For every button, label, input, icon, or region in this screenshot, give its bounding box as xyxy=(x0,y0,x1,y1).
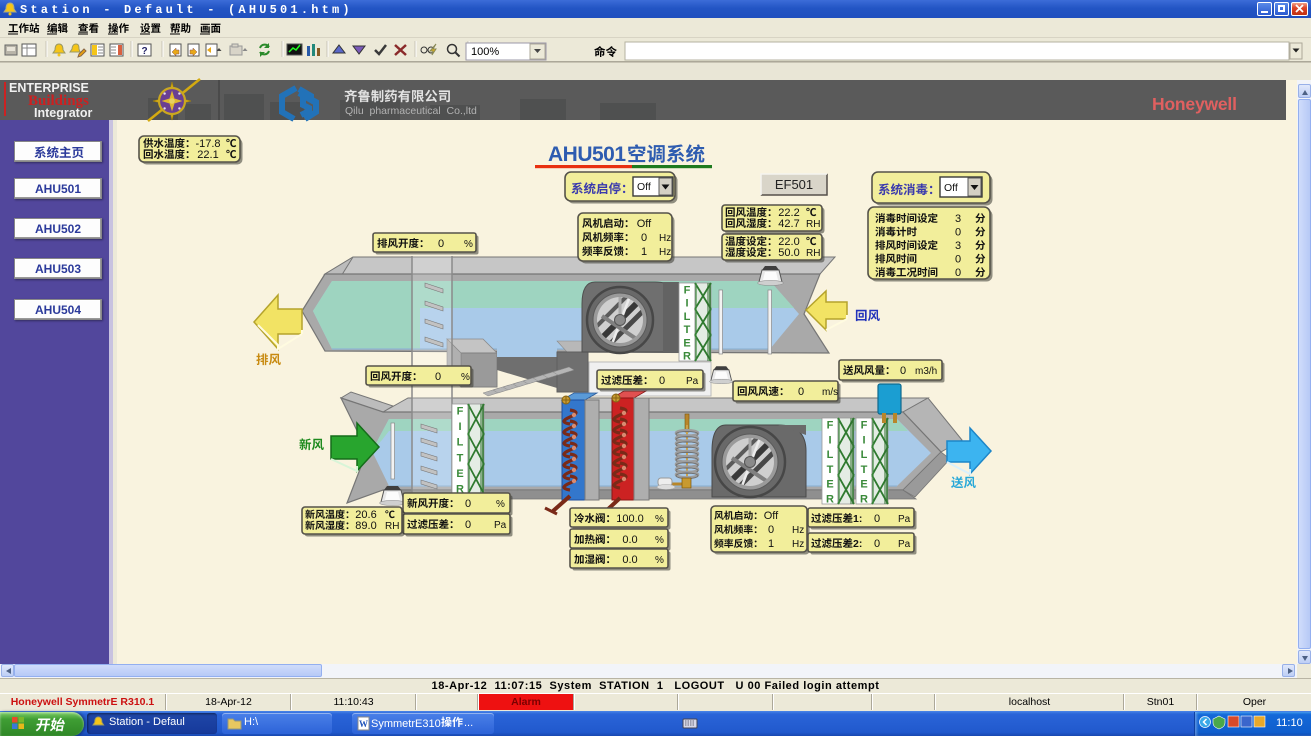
svg-text:Off: Off xyxy=(944,182,958,194)
svg-text:R: R xyxy=(860,494,868,506)
svg-text:%: % xyxy=(655,555,664,566)
svg-text:E: E xyxy=(860,479,867,491)
svg-text:0: 0 xyxy=(955,267,961,279)
svg-text:R: R xyxy=(683,351,691,363)
svg-text:50.0: 50.0 xyxy=(778,247,799,259)
svg-text:22.1: 22.1 xyxy=(197,149,218,161)
svg-text:0: 0 xyxy=(874,513,880,525)
svg-text:W: W xyxy=(359,719,368,729)
svg-text:0: 0 xyxy=(900,365,906,377)
svg-text:F: F xyxy=(861,420,868,432)
svg-text:?: ? xyxy=(141,46,147,57)
svg-text:L: L xyxy=(861,449,868,461)
svg-text:Pa: Pa xyxy=(898,539,911,550)
svg-text:I: I xyxy=(828,434,831,446)
svg-text:RH: RH xyxy=(806,248,820,259)
svg-text:0: 0 xyxy=(874,538,880,550)
svg-text:AHU501: AHU501 xyxy=(548,143,626,166)
svg-text:T: T xyxy=(827,464,834,476)
svg-text:SymmetrE310: SymmetrE310 xyxy=(371,718,441,730)
svg-text:0: 0 xyxy=(465,498,471,510)
svg-text:%: % xyxy=(655,535,664,546)
svg-text:Hz: Hz xyxy=(659,247,671,258)
svg-text:RH: RH xyxy=(806,219,820,230)
svg-text:0: 0 xyxy=(641,232,647,244)
svg-text:%: % xyxy=(496,499,505,510)
svg-text:3: 3 xyxy=(955,240,961,252)
svg-text:E: E xyxy=(683,337,690,349)
svg-text:R: R xyxy=(826,494,834,506)
svg-text:m3/h: m3/h xyxy=(915,366,937,377)
svg-text:Qilu pharmaceutical Co.,ltd: Qilu pharmaceutical Co.,ltd xyxy=(345,105,477,117)
svg-text:E: E xyxy=(826,479,833,491)
svg-text:0: 0 xyxy=(768,524,774,536)
svg-text:0: 0 xyxy=(659,375,665,387)
svg-text:0: 0 xyxy=(435,371,441,383)
svg-text:1: 1 xyxy=(768,538,774,550)
svg-text:100.0: 100.0 xyxy=(616,513,644,525)
svg-text:E: E xyxy=(456,468,463,480)
svg-text:EF501: EF501 xyxy=(775,177,813,192)
svg-text:Pa: Pa xyxy=(898,514,911,525)
svg-text:1: 1 xyxy=(641,246,647,258)
svg-text:L: L xyxy=(827,449,834,461)
svg-text:Hz: Hz xyxy=(792,525,804,536)
svg-text:2:: 2: xyxy=(853,538,862,550)
svg-text:0: 0 xyxy=(955,254,961,266)
svg-text:Pa: Pa xyxy=(686,376,699,387)
svg-text:RH: RH xyxy=(385,521,399,532)
svg-text:L: L xyxy=(457,437,464,449)
svg-text:T: T xyxy=(457,452,464,464)
svg-text:Integrator: Integrator xyxy=(34,106,92,120)
svg-text:0: 0 xyxy=(438,238,444,250)
svg-text:...: ... xyxy=(464,717,473,729)
svg-text:%: % xyxy=(461,372,470,383)
svg-text:Off: Off xyxy=(637,218,652,230)
svg-text:I: I xyxy=(862,434,865,446)
svg-text:%: % xyxy=(464,239,473,250)
svg-text:%: % xyxy=(655,514,664,525)
svg-text:Honeywell: Honeywell xyxy=(1152,94,1237,114)
svg-text:T: T xyxy=(861,464,868,476)
svg-text:I: I xyxy=(458,421,461,433)
svg-text:T: T xyxy=(684,324,691,336)
svg-text:Pa: Pa xyxy=(494,520,507,531)
svg-text:Off: Off xyxy=(637,181,651,193)
svg-text:m/s: m/s xyxy=(822,387,838,398)
svg-text:I: I xyxy=(685,298,688,310)
svg-text:Hz: Hz xyxy=(659,233,671,244)
svg-text:0: 0 xyxy=(465,519,471,531)
svg-text:42.7: 42.7 xyxy=(778,218,799,230)
svg-text:1:: 1: xyxy=(853,513,862,525)
svg-text:F: F xyxy=(457,406,464,418)
svg-text:Off: Off xyxy=(764,510,779,522)
svg-text:F: F xyxy=(827,420,834,432)
svg-text:100%: 100% xyxy=(471,46,499,58)
svg-text:L: L xyxy=(684,311,691,323)
svg-text:0: 0 xyxy=(955,227,961,239)
svg-text:0.0: 0.0 xyxy=(622,534,637,546)
svg-text:Hz: Hz xyxy=(792,539,804,550)
svg-text:F: F xyxy=(684,285,691,297)
svg-text:0: 0 xyxy=(798,386,804,398)
svg-text:3: 3 xyxy=(955,213,961,225)
svg-text:89.0: 89.0 xyxy=(355,520,376,532)
svg-text:0.0: 0.0 xyxy=(622,554,637,566)
